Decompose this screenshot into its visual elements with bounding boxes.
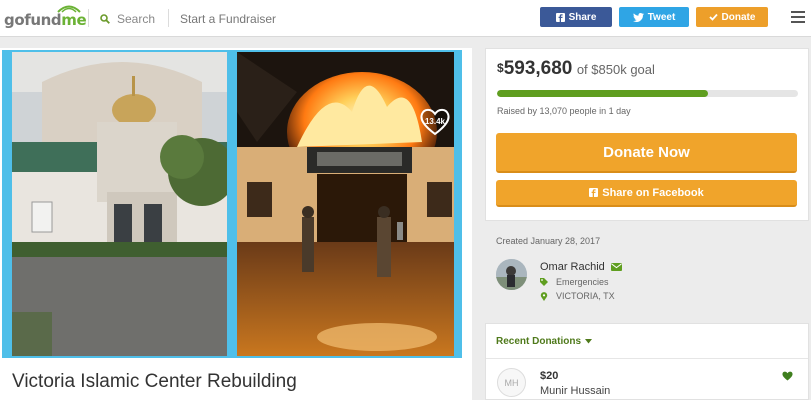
location-pin-icon	[540, 291, 548, 301]
caret-down-icon	[585, 339, 593, 344]
like-count: 13.4k	[424, 117, 446, 126]
like-heart-button[interactable]: 13.4k	[419, 108, 451, 136]
organizer-avatar[interactable]	[496, 259, 527, 290]
share-label: Share	[568, 11, 597, 23]
check-icon	[708, 13, 718, 21]
header-divider	[88, 9, 89, 27]
campaign-media-card: 13.4k Victoria Islamic Center Rebuilding	[0, 48, 472, 400]
start-fundraiser-link[interactable]: Start a Fundraiser	[180, 12, 276, 26]
logo-swoosh-icon	[57, 5, 81, 13]
donor-name: Munir Hussain	[540, 385, 611, 397]
search-label: Search	[117, 12, 156, 26]
header-donate-button[interactable]: Donate	[696, 7, 768, 27]
menu-icon[interactable]	[791, 11, 805, 23]
facebook-icon	[555, 12, 565, 22]
top-navigation-bar: gofundme Search Start a Fundraiser Share…	[0, 0, 811, 37]
donate-label: Donate	[721, 11, 756, 23]
recent-donations-toggle[interactable]: Recent Donations	[496, 336, 593, 347]
organizer-category[interactable]: Emergencies	[540, 277, 609, 287]
organizer-location: VICTORIA, TX	[540, 291, 615, 301]
mosque-fire-photo	[237, 52, 454, 356]
campaign-title: Victoria Islamic Center Rebuilding	[12, 371, 297, 392]
twitter-icon	[632, 12, 644, 22]
progress-fill	[497, 90, 708, 97]
donate-now-button[interactable]: Donate Now	[496, 133, 797, 173]
tweet-label: Tweet	[647, 11, 676, 23]
tweet-button[interactable]: Tweet	[619, 7, 689, 27]
recent-donations-card: Recent Donations MH $20 Munir Hussain	[485, 323, 809, 400]
share-on-facebook-button[interactable]: Share on Facebook	[496, 180, 797, 207]
mosque-before-photo	[12, 52, 227, 356]
header-divider	[168, 9, 169, 27]
tag-icon	[540, 278, 548, 286]
heart-icon[interactable]	[782, 371, 793, 381]
divider	[486, 358, 808, 359]
facebook-icon	[589, 188, 599, 197]
raised-by-text: Raised by 13,070 people in 1 day	[497, 106, 631, 116]
organizer-name: Omar Rachid	[540, 261, 605, 273]
organizer-info: Omar Rachid Emergencies VICTORIA, TX	[496, 259, 806, 309]
donation-summary-card: $593,680 of $850k goal Raised by 13,070 …	[485, 48, 809, 221]
donation-amount: $20	[540, 370, 559, 382]
organizer-name-row[interactable]: Omar Rachid	[540, 261, 622, 273]
created-date: Created January 28, 2017	[496, 236, 601, 246]
facebook-share-button[interactable]: Share	[540, 7, 612, 27]
envelope-icon[interactable]	[610, 263, 622, 271]
goal-text: of $850k goal	[576, 62, 655, 77]
search-link[interactable]: Search	[100, 11, 155, 27]
recent-donations-title: Recent Donations	[496, 336, 582, 347]
amount-raised: $593,680 of $850k goal	[497, 58, 655, 79]
share-facebook-label: Share on Facebook	[602, 186, 704, 199]
search-icon	[100, 14, 110, 24]
donor-avatar: MH	[497, 368, 526, 397]
progress-bar	[497, 90, 798, 97]
